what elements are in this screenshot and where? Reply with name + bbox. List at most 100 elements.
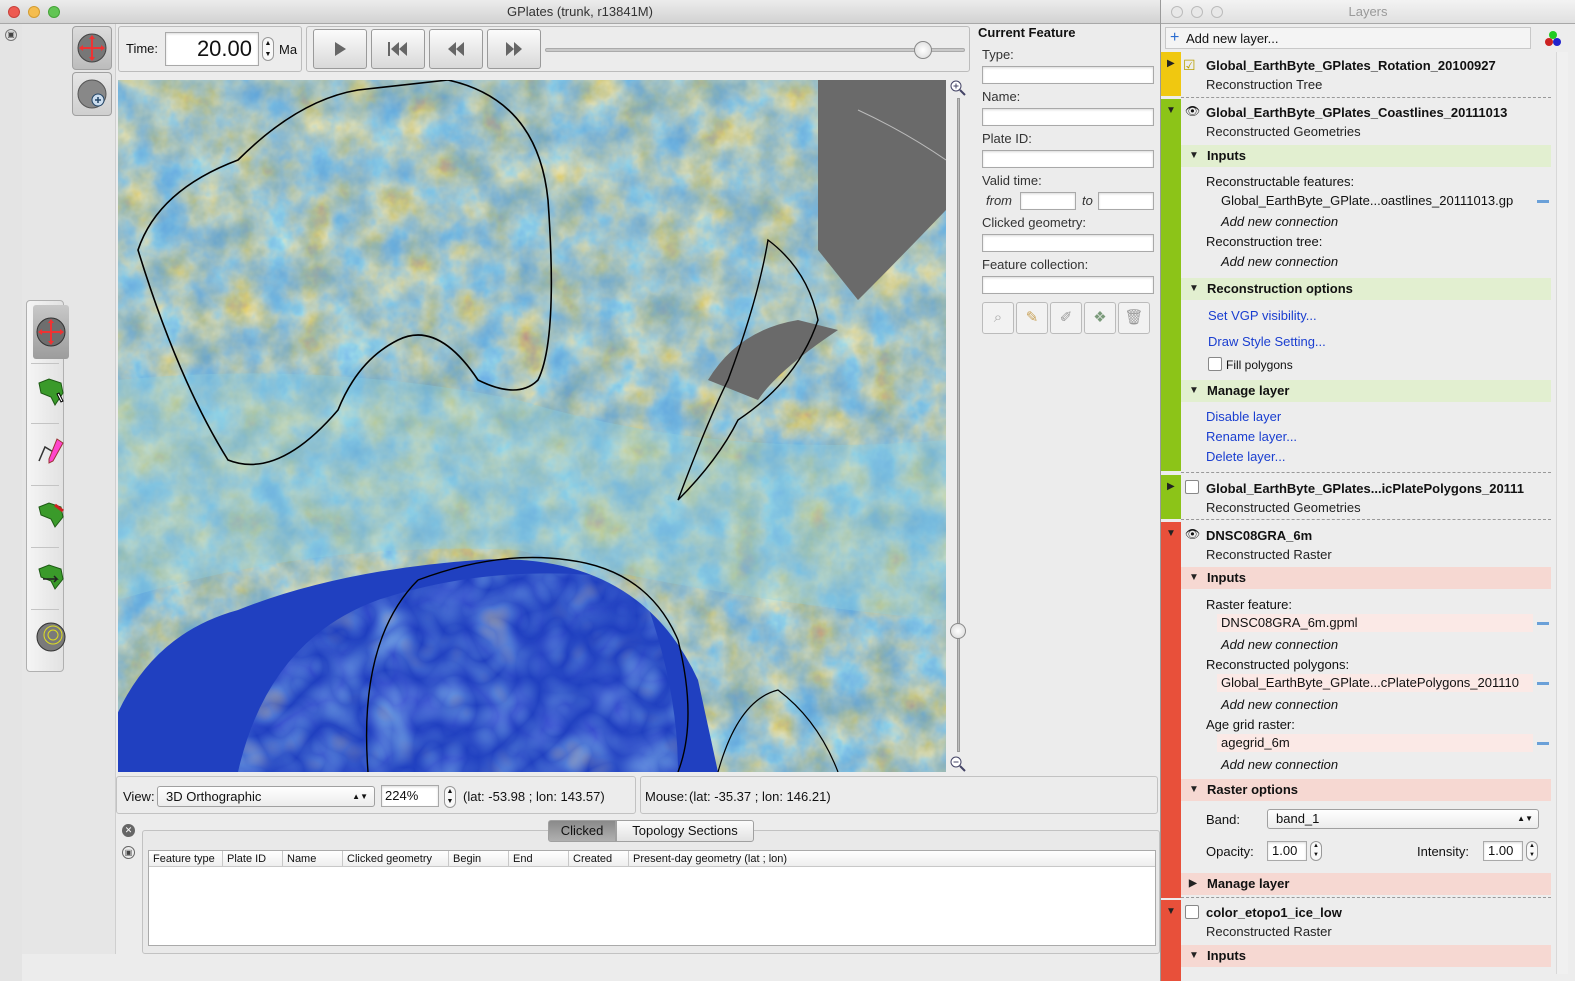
time-slider-track[interactable] bbox=[545, 48, 965, 52]
time-stepper[interactable]: ▲ ▼ bbox=[262, 37, 274, 61]
col-present-day-geometry[interactable]: Present-day geometry (lat ; lon) bbox=[629, 851, 1155, 867]
col-clicked-geometry[interactable]: Clicked geometry bbox=[343, 851, 449, 867]
opacity-stepper[interactable]: ▲ ▼ bbox=[1310, 841, 1322, 861]
animation-controls bbox=[306, 26, 970, 72]
time-slider-thumb[interactable] bbox=[914, 41, 932, 59]
clone-feature-icon[interactable]: ❖ bbox=[1084, 302, 1116, 334]
collapse-icon[interactable]: ▼ bbox=[1166, 906, 1176, 917]
edit-feature-icon[interactable]: ✎ bbox=[1016, 302, 1048, 334]
step-back-icon[interactable] bbox=[371, 29, 425, 69]
small-circle-icon[interactable] bbox=[33, 617, 69, 657]
add-connection[interactable]: Add new connection bbox=[1221, 757, 1338, 772]
zoom-track[interactable] bbox=[957, 98, 960, 752]
manage-layer-section[interactable]: ▶ Manage layer bbox=[1181, 873, 1551, 895]
raster-options-section[interactable]: ▼ Raster options bbox=[1181, 779, 1551, 801]
fast-forward-icon[interactable] bbox=[487, 29, 541, 69]
zoom-window-button[interactable] bbox=[48, 6, 60, 18]
remove-connection-icon[interactable] bbox=[1537, 742, 1549, 745]
query-feature-icon[interactable]: ⌕ bbox=[982, 302, 1014, 334]
remove-connection-icon[interactable] bbox=[1537, 200, 1549, 203]
inputs-section[interactable]: ▼ Inputs bbox=[1181, 145, 1551, 167]
globe-zoom-icon[interactable] bbox=[72, 72, 112, 116]
layers-scrollbar[interactable] bbox=[1556, 52, 1568, 974]
intensity-stepper[interactable]: ▲ ▼ bbox=[1526, 841, 1538, 861]
layer-rotation[interactable]: ▶ ☑ Global_EarthByte_GPlates_Rotation_20… bbox=[1161, 52, 1575, 96]
globe-canvas[interactable] bbox=[118, 80, 946, 772]
add-connection[interactable]: Add new connection bbox=[1221, 637, 1338, 652]
clicked-features-table[interactable]: Feature type Plate ID Name Clicked geome… bbox=[148, 850, 1156, 946]
play-icon[interactable] bbox=[313, 29, 367, 69]
add-connection[interactable]: Add new connection bbox=[1221, 254, 1338, 269]
collapse-icon: ▼ bbox=[1189, 283, 1199, 294]
expand-icon[interactable]: ▶ bbox=[1167, 481, 1175, 492]
add-connection[interactable]: Add new connection bbox=[1221, 214, 1338, 229]
move-feature-icon[interactable] bbox=[33, 555, 69, 595]
collapse-icon[interactable]: ▼ bbox=[1166, 528, 1176, 539]
gravity-raster-map[interactable] bbox=[118, 80, 946, 772]
band-select[interactable]: band_1 ▲▼ bbox=[1267, 809, 1539, 829]
draw-style-link[interactable]: Draw Style Setting... bbox=[1208, 334, 1326, 349]
opacity-input[interactable]: 1.00 bbox=[1267, 841, 1307, 861]
polygons-file[interactable]: Global_EarthByte_GPlate...cPlatePolygons… bbox=[1217, 674, 1533, 692]
inputs-section[interactable]: ▼ Inputs bbox=[1181, 945, 1551, 967]
layer-plate-polygons[interactable]: ▶ Global_EarthByte_GPlates...icPlatePoly… bbox=[1161, 475, 1575, 519]
close-window-button[interactable] bbox=[8, 6, 20, 18]
layers-zoom-button[interactable] bbox=[1211, 6, 1223, 18]
eye-icon[interactable]: 👁 bbox=[1185, 104, 1200, 118]
minimize-window-button[interactable] bbox=[28, 6, 40, 18]
visibility-check-icon[interactable]: ☑ bbox=[1183, 57, 1196, 74]
delete-feature-icon[interactable]: 🗑 bbox=[1118, 302, 1150, 334]
col-name[interactable]: Name bbox=[283, 851, 343, 867]
add-layer-bar[interactable]: + Add new layer... bbox=[1165, 27, 1531, 49]
expand-icon[interactable]: ▶ bbox=[1167, 58, 1175, 69]
zoom-thumb[interactable] bbox=[950, 623, 966, 639]
inputs-section[interactable]: ▼ Inputs bbox=[1181, 567, 1551, 589]
rename-layer-link[interactable]: Rename layer... bbox=[1206, 429, 1297, 444]
agegrid-file[interactable]: agegrid_6m bbox=[1217, 734, 1533, 752]
fill-polygons-checkbox[interactable] bbox=[1208, 357, 1222, 371]
col-plate-id[interactable]: Plate ID bbox=[223, 851, 283, 867]
digitise-icon[interactable] bbox=[33, 431, 69, 471]
col-begin[interactable]: Begin bbox=[449, 851, 509, 867]
float-icon[interactable]: ▣ bbox=[5, 29, 17, 41]
remove-connection-icon[interactable] bbox=[1537, 622, 1549, 625]
intensity-input[interactable]: 1.00 bbox=[1483, 841, 1523, 861]
choose-feature-icon[interactable] bbox=[33, 371, 69, 411]
globe-rotate-icon[interactable] bbox=[72, 26, 112, 70]
layers-close-button[interactable] bbox=[1171, 6, 1183, 18]
undock-panel-icon[interactable]: ▣ bbox=[122, 846, 135, 859]
edit-geometry-icon[interactable] bbox=[33, 493, 69, 533]
raster-file[interactable]: DNSC08GRA_6m.gpml bbox=[1217, 614, 1533, 632]
layers-minimize-button[interactable] bbox=[1191, 6, 1203, 18]
delete-layer-link[interactable]: Delete layer... bbox=[1206, 449, 1286, 464]
rewind-icon[interactable] bbox=[429, 29, 483, 69]
reconstructable-file[interactable]: Global_EarthByte_GPlate...oastlines_2011… bbox=[1217, 192, 1533, 210]
col-end[interactable]: End bbox=[509, 851, 569, 867]
color-palette-icon[interactable] bbox=[1543, 29, 1563, 49]
projection-select[interactable]: 3D Orthographic ▲▼ bbox=[157, 786, 375, 807]
visibility-checkbox[interactable] bbox=[1185, 905, 1199, 919]
col-created[interactable]: Created bbox=[569, 851, 629, 867]
tab-topology-sections[interactable]: Topology Sections bbox=[616, 820, 754, 842]
time-input[interactable]: 20.00 bbox=[165, 32, 259, 66]
add-connection[interactable]: Add new connection bbox=[1221, 697, 1338, 712]
collapse-icon[interactable]: ▼ bbox=[1166, 105, 1176, 116]
reconstructable-label: Reconstructable features: bbox=[1206, 174, 1355, 189]
eye-icon[interactable]: 👁 bbox=[1185, 527, 1200, 541]
zoom-stepper[interactable]: ▲ ▼ bbox=[444, 786, 456, 808]
visibility-checkbox[interactable] bbox=[1185, 480, 1199, 494]
vgp-visibility-link[interactable]: Set VGP visibility... bbox=[1208, 308, 1317, 323]
drag-globe-icon[interactable] bbox=[33, 305, 69, 359]
recon-options-section[interactable]: ▼ Reconstruction options bbox=[1181, 278, 1551, 300]
tab-clicked[interactable]: Clicked bbox=[548, 820, 616, 842]
add-layer-label[interactable]: Add new layer... bbox=[1186, 31, 1279, 46]
col-feature-type[interactable]: Feature type bbox=[149, 851, 223, 867]
close-panel-icon[interactable]: ✕ bbox=[122, 824, 135, 837]
zoom-out-icon[interactable] bbox=[950, 756, 966, 772]
zoom-input[interactable]: 224% bbox=[381, 785, 439, 807]
remove-connection-icon[interactable] bbox=[1537, 682, 1549, 685]
disable-layer-link[interactable]: Disable layer bbox=[1206, 409, 1281, 424]
manage-layer-section[interactable]: ▼ Manage layer bbox=[1181, 380, 1551, 402]
zoom-in-icon[interactable] bbox=[950, 80, 966, 96]
clone-geometry-icon[interactable]: ✐ bbox=[1050, 302, 1082, 334]
